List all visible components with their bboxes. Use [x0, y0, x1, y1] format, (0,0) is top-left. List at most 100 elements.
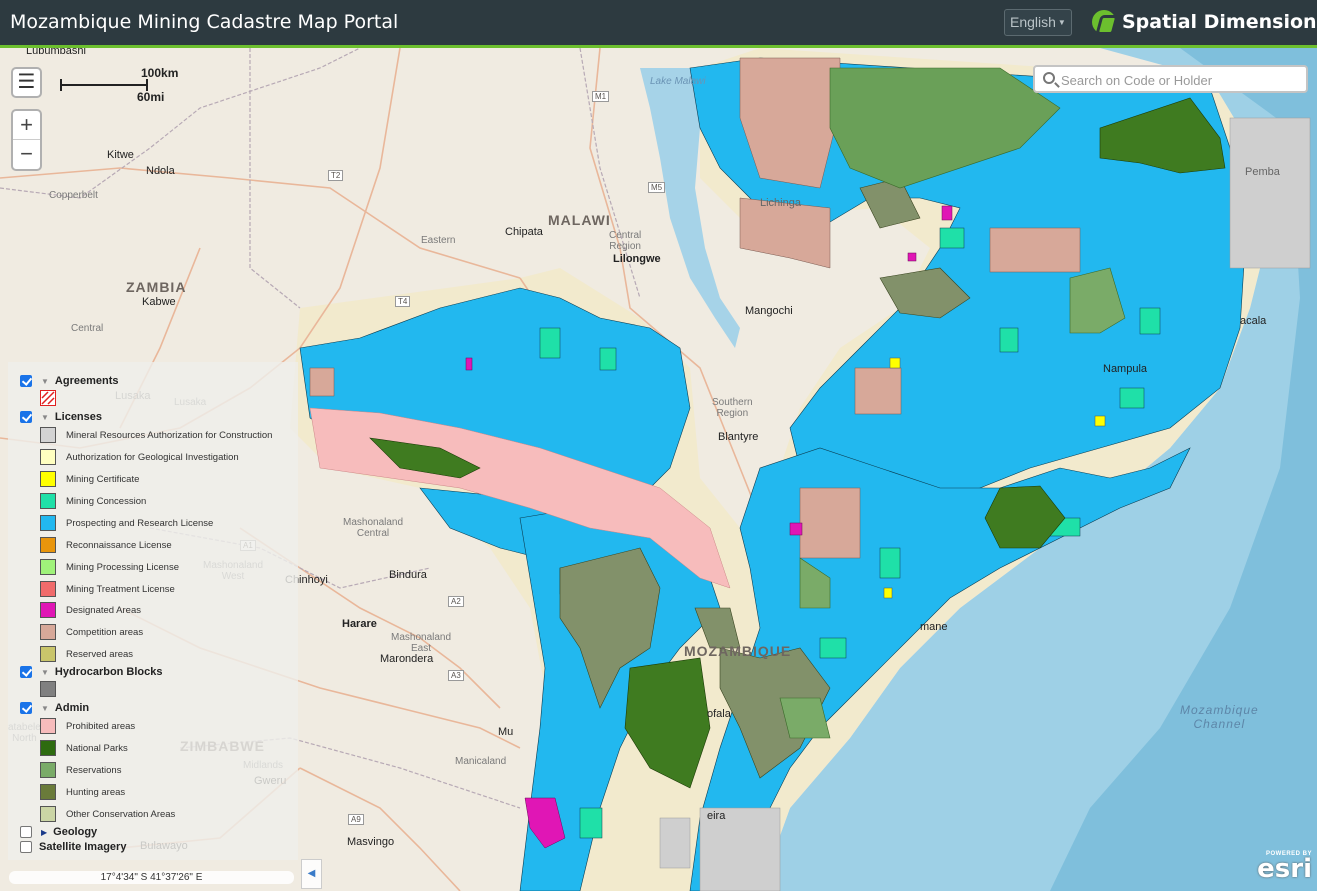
licenses-checkbox[interactable]: [20, 411, 32, 423]
expand-icon[interactable]: ▶: [41, 828, 47, 837]
legend-label: Mining Certificate: [66, 473, 140, 485]
layer-group-licenses[interactable]: ▼ Licenses: [20, 408, 102, 426]
legend-item: Mining Processing License: [40, 558, 179, 576]
legend-item: Mineral Resources Authorization for Cons…: [40, 426, 272, 444]
legend-item: Competition areas: [40, 623, 143, 641]
legend-swatch: [40, 718, 56, 734]
esri-attribution[interactable]: POWERED BY esri: [1252, 851, 1312, 887]
brand[interactable]: Spatial Dimension: [1092, 8, 1317, 36]
legend-swatch: [40, 624, 56, 640]
language-dropdown[interactable]: English ▼: [1004, 9, 1072, 36]
search-icon: [1043, 72, 1055, 84]
zoom-control: + −: [11, 109, 42, 171]
app-title: Mozambique Mining Cadastre Map Portal: [10, 11, 399, 33]
legend-item: Mining Certificate: [40, 470, 139, 488]
legend-item: Reservations: [40, 761, 121, 779]
esri-logo: esri: [1257, 854, 1312, 884]
spatial-dimension-logo-icon: [1092, 10, 1116, 34]
scale-line: [60, 79, 148, 91]
legend-label: Reservations: [66, 764, 122, 776]
layer-group-satellite[interactable]: Satellite Imagery: [20, 838, 126, 856]
legend-swatch: [40, 515, 56, 531]
coordinate-readout: 17°4'34" S 41°37'26" E: [9, 871, 294, 884]
group-title: Admin: [54, 702, 90, 714]
chevron-left-icon: ◀: [307, 868, 316, 879]
legend-swatch: [40, 646, 56, 662]
legend-label: Mining Concession: [66, 495, 147, 507]
agreements-checkbox[interactable]: [20, 375, 32, 387]
expand-icon[interactable]: ▼: [41, 668, 49, 677]
zoom-in-button[interactable]: +: [13, 111, 40, 140]
group-title: Hydrocarbon Blocks: [54, 666, 163, 678]
layer-group-agreements[interactable]: ▼ Agreements: [20, 372, 119, 390]
legend-item: National Parks: [40, 739, 128, 757]
legend-swatch: [40, 762, 56, 778]
legend-swatch: [40, 581, 56, 597]
legend-item: Prohibited areas: [40, 717, 135, 735]
legend-label: Prohibited areas: [66, 720, 136, 732]
legend-label: Other Conservation Areas: [66, 808, 176, 820]
brand-name: Spatial Dimension: [1122, 11, 1317, 33]
group-title: Satellite Imagery: [39, 841, 127, 853]
expand-icon[interactable]: ▼: [41, 377, 49, 386]
hydrocarbon-checkbox[interactable]: [20, 666, 32, 678]
search-box[interactable]: [1033, 65, 1308, 93]
legend-swatch: [40, 471, 56, 487]
admin-checkbox[interactable]: [20, 702, 32, 714]
legend-swatch: [40, 681, 56, 697]
legend-swatch: [40, 559, 56, 575]
legend-label: Prospecting and Research License: [66, 517, 214, 529]
legend-swatch: [40, 427, 56, 443]
legend-item: [40, 680, 66, 698]
legend-swatch: [40, 493, 56, 509]
group-title: Licenses: [54, 411, 103, 423]
legend-label: Reserved areas: [66, 648, 134, 660]
legend-item: Other Conservation Areas: [40, 805, 175, 823]
legend-item: Mining Treatment License: [40, 580, 175, 598]
group-title: Agreements: [54, 375, 119, 387]
legend-label: Authorization for Geological Investigati…: [66, 451, 239, 463]
layer-group-hydrocarbon[interactable]: ▼ Hydrocarbon Blocks: [20, 663, 163, 681]
layer-legend: ▼ Agreements ▼ Licenses Mineral Resources …: [8, 362, 298, 860]
geology-checkbox[interactable]: [20, 826, 32, 838]
legend-item: Mining Concession: [40, 492, 146, 510]
satellite-checkbox[interactable]: [20, 841, 32, 853]
expand-icon[interactable]: ▼: [41, 704, 49, 713]
legend-swatch: [40, 740, 56, 756]
language-value: English: [1010, 14, 1056, 30]
group-title: Geology: [53, 826, 98, 838]
collapse-legend-button[interactable]: ◀: [301, 859, 322, 889]
legend-label: National Parks: [66, 742, 128, 754]
agreements-hatch-icon: [40, 390, 56, 406]
expand-icon[interactable]: ▼: [41, 413, 49, 422]
hamburger-icon: ☰: [17, 71, 36, 93]
layer-group-admin[interactable]: ▼ Admin: [20, 699, 89, 717]
legend-item: Prospecting and Research License: [40, 514, 213, 532]
legend-item: Reconnaissance License: [40, 536, 172, 554]
scale-mi: 60mi: [137, 90, 165, 104]
legend-swatch: [40, 449, 56, 465]
legend-swatch: [40, 537, 56, 553]
legend-label: Designated Areas: [66, 604, 141, 616]
legend-label: Hunting areas: [66, 786, 126, 798]
legend-item: Designated Areas: [40, 601, 141, 619]
agreements-swatch-row: [40, 389, 56, 407]
legend-label: Mining Processing License: [66, 561, 180, 573]
legend-label: Reconnaissance License: [66, 539, 172, 551]
menu-button[interactable]: ☰: [11, 67, 42, 98]
legend-swatch: [40, 602, 56, 618]
search-input[interactable]: [1061, 70, 1301, 90]
legend-swatch: [40, 784, 56, 800]
zoom-out-button[interactable]: −: [13, 140, 40, 169]
scale-km: 100km: [141, 66, 179, 80]
legend-item: Reserved areas: [40, 645, 133, 663]
legend-label: Mineral Resources Authorization for Cons…: [66, 429, 273, 441]
chevron-down-icon: ▼: [1057, 18, 1066, 27]
legend-label: Mining Treatment License: [66, 583, 175, 595]
app-header: Mozambique Mining Cadastre Map Portal En…: [0, 0, 1317, 48]
legend-swatch: [40, 806, 56, 822]
legend-label: Competition areas: [66, 626, 144, 638]
scale-bar: 100km 60mi: [58, 66, 183, 104]
legend-item: Hunting areas: [40, 783, 125, 801]
legend-item: Authorization for Geological Investigati…: [40, 448, 239, 466]
